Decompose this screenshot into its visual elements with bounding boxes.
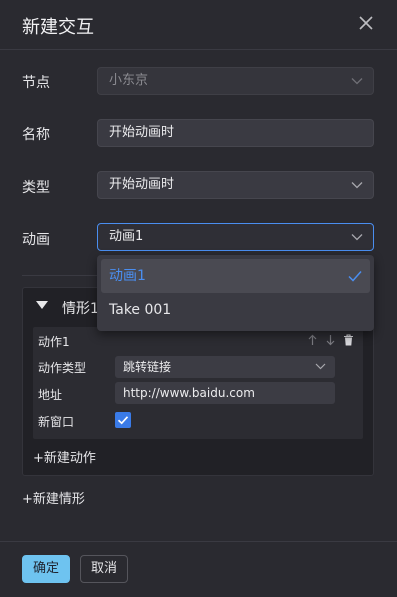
animation-option-label: Take 001 <box>109 302 172 318</box>
type-label: 类型 <box>22 180 50 196</box>
cancel-button[interactable]: 取消 <box>80 555 128 583</box>
animation-option-label: 动画1 <box>109 268 146 284</box>
animation-select-value: 动画1 <box>109 229 144 244</box>
animation-dropdown: 动画1 Take 001 <box>97 255 374 331</box>
chevron-down-icon <box>351 78 363 85</box>
close-icon[interactable] <box>357 14 375 32</box>
trash-icon[interactable] <box>343 334 354 346</box>
type-select-value: 开始动画时 <box>109 177 175 192</box>
animation-select[interactable]: 动画1 <box>97 223 374 251</box>
action-title: 动作1 <box>38 335 70 349</box>
node-label: 节点 <box>22 75 50 91</box>
chevron-down-icon <box>351 234 363 241</box>
case-label[interactable]: 情形1 <box>62 298 99 318</box>
type-select[interactable]: 开始动画时 <box>97 171 374 199</box>
add-action-link[interactable]: +新建动作 <box>33 447 96 466</box>
dialog-title: 新建交互 <box>22 17 94 38</box>
check-icon <box>348 271 362 282</box>
arrow-up-icon[interactable] <box>307 334 318 346</box>
action-type-select[interactable]: 跳转链接 <box>115 356 335 378</box>
new-window-label: 新窗口 <box>38 415 75 429</box>
url-label: 地址 <box>38 388 63 402</box>
url-input-value: http://www.baidu.com <box>123 386 255 400</box>
animation-option-selected[interactable]: 动画1 <box>101 259 370 293</box>
animation-option[interactable]: Take 001 <box>101 293 370 327</box>
url-input[interactable]: http://www.baidu.com <box>115 382 335 404</box>
new-window-checkbox[interactable] <box>115 412 131 428</box>
node-select-value: 小东京 <box>109 73 149 88</box>
action-type-value: 跳转链接 <box>123 360 172 374</box>
action-type-label: 动作类型 <box>38 361 87 375</box>
add-case-link[interactable]: +新建情形 <box>22 488 85 507</box>
chevron-down-icon <box>351 182 363 189</box>
animation-label: 动画 <box>22 232 50 248</box>
name-input[interactable]: 开始动画时 <box>97 119 374 147</box>
check-icon <box>117 416 129 425</box>
chevron-down-icon <box>315 363 326 370</box>
caret-down-icon[interactable] <box>36 301 48 309</box>
name-label: 名称 <box>22 127 50 143</box>
node-select: 小东京 <box>97 67 374 95</box>
ok-button[interactable]: 确定 <box>22 555 70 583</box>
footer-divider <box>0 541 397 542</box>
name-input-value: 开始动画时 <box>109 125 175 140</box>
dialog-header: 新建交互 <box>0 0 397 50</box>
arrow-down-icon[interactable] <box>325 334 336 346</box>
